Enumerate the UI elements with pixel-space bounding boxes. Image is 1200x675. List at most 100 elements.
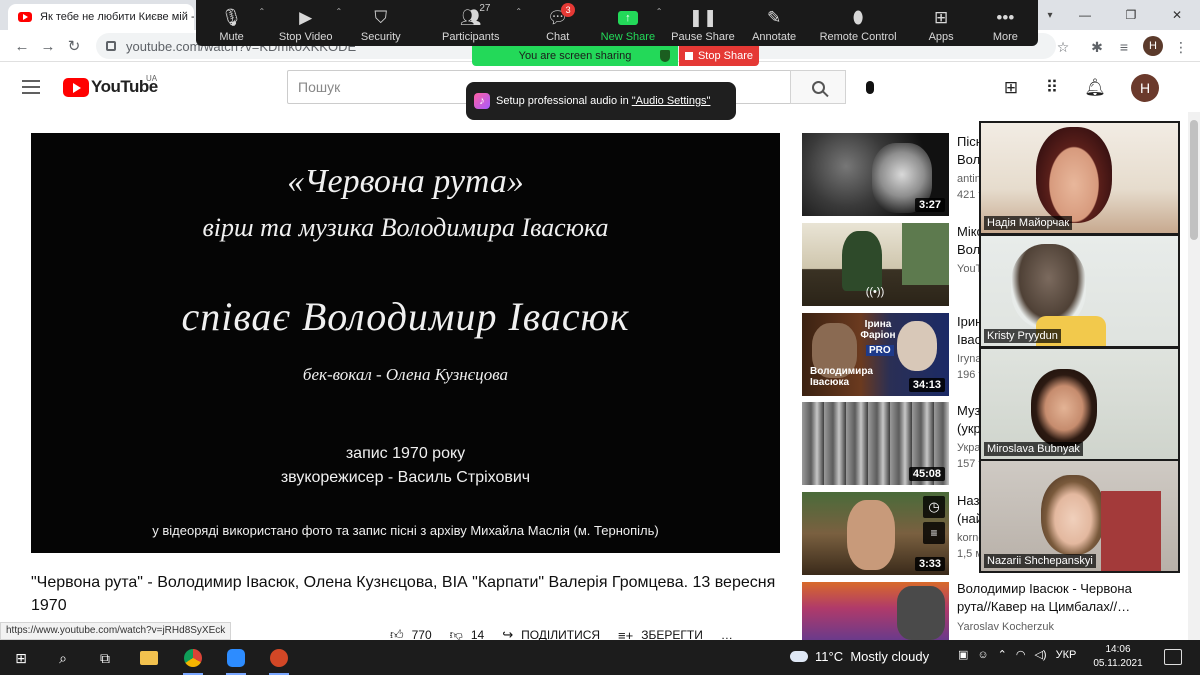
pencil-icon: ✎ (766, 8, 782, 27)
participant-tile[interactable]: Kristy Pryydun (981, 236, 1178, 346)
bookmark-star-icon[interactable]: ☆ (1054, 38, 1072, 56)
people-icon[interactable]: ☺ (977, 649, 988, 661)
audio-tip-text: Setup professional audio in (496, 95, 629, 107)
recommendation-title-line2[interactable]: (укр (957, 420, 979, 438)
video-caption-title: «Червона рута» (287, 163, 524, 200)
recommendation-thumbnail[interactable] (802, 582, 949, 640)
participant-name: Надія Майорчак (984, 216, 1073, 230)
security-button[interactable]: ⛉ Security (344, 0, 417, 46)
browser-profile-avatar[interactable]: H (1143, 36, 1163, 56)
recommendation-thumbnail[interactable]: Ірина Фаріон PRO Володимира Івасюка 34:1… (802, 313, 949, 396)
menu-icon[interactable] (22, 80, 40, 94)
notifications-icon[interactable] (1164, 649, 1182, 665)
reading-list-icon[interactable]: ≡ (1115, 38, 1133, 56)
chrome-icon[interactable] (180, 645, 206, 675)
recommendation-title[interactable]: Пісн (957, 133, 979, 151)
chevron-up-icon[interactable]: ⌃ (336, 7, 343, 16)
page-scrollbar-thumb[interactable] (1190, 120, 1198, 240)
chat-button[interactable]: 💬︎ 3 Chat (524, 0, 591, 46)
stop-video-button[interactable]: ▶︎ Stop Video ⌃ (267, 0, 344, 46)
task-view-icon[interactable]: ⧉ (92, 645, 118, 671)
video-duration: 45:08 (908, 467, 945, 481)
add-to-queue-icon[interactable]: ≡ (923, 522, 945, 544)
foliage-image (902, 223, 949, 285)
voice-search-button[interactable] (858, 75, 882, 99)
extensions-icon[interactable]: ✱ (1088, 38, 1106, 56)
participant-video (1036, 127, 1112, 223)
recommendation-title[interactable]: Володимир Івасюк - Червона рута//Кавер н… (957, 580, 1147, 616)
annotate-button[interactable]: ✎ Annotate (742, 0, 807, 46)
file-explorer-icon[interactable] (136, 645, 162, 671)
portrait-image (847, 500, 895, 570)
recommendation-channel[interactable]: Iryna (957, 353, 979, 365)
audio-settings-link[interactable]: "Audio Settings" (632, 95, 711, 107)
weather-description: Mostly cloudy (850, 649, 930, 664)
account-avatar[interactable]: H (1131, 74, 1159, 102)
recommendation-channel[interactable]: YouT (957, 263, 979, 275)
close-button[interactable]: ✕ (1154, 0, 1200, 30)
apps-grid-icon[interactable]: ⠿ (1040, 76, 1064, 100)
language-indicator[interactable]: УКР (1056, 649, 1077, 661)
participants-button[interactable]: 👥︎ 27 Participants ⌃ (417, 0, 524, 46)
screen-sharing-indicator[interactable]: You are screen sharing (472, 46, 678, 66)
notifications-bell-icon[interactable]: 🔔︎ (1083, 76, 1107, 100)
participant-tile[interactable]: Nazarii Shchepanskyi (981, 461, 1178, 571)
chevron-up-icon[interactable]: ⌃ (515, 7, 522, 16)
recommendation-title-line2[interactable]: (най (957, 510, 979, 528)
show-hidden-icons-icon[interactable]: ⌃ (998, 648, 1007, 661)
recommendation-title-line2[interactable]: Івас (957, 331, 979, 349)
background-object (1101, 491, 1161, 571)
reload-icon[interactable]: ↻ (64, 36, 84, 56)
weather-widget[interactable]: 11°C Mostly cloudy (790, 649, 929, 664)
recommendation-channel[interactable]: korne (957, 532, 979, 544)
recommendation-title-line2[interactable]: Воло (957, 151, 979, 169)
windows-start-icon[interactable]: ⊞ (8, 645, 34, 671)
recommendation-channel[interactable]: antin (957, 173, 979, 185)
zoom-app-icon[interactable] (223, 645, 249, 675)
recommendation-channel[interactable]: Украї (957, 442, 979, 454)
youtube-logo-icon[interactable] (63, 78, 89, 97)
browser-tab[interactable]: Як тебе не любити Києве мій - (8, 4, 194, 30)
recommendation-title[interactable]: Назо (957, 492, 979, 510)
chrome-menu-icon[interactable]: ⋮ (1172, 38, 1190, 56)
network-icon[interactable]: ◠ (1016, 648, 1026, 661)
recommendation-thumbnail[interactable]: 45:08 (802, 402, 949, 485)
create-video-icon[interactable]: ⊞ (999, 76, 1023, 100)
forward-arrow-icon[interactable]: → (38, 36, 58, 56)
apps-button[interactable]: ⊞ Apps (910, 0, 973, 46)
chevron-up-icon[interactable]: ⌃ (656, 7, 663, 16)
tray-app-icon[interactable]: ▣ (958, 648, 968, 661)
recommendation-title[interactable]: Музи (957, 402, 979, 420)
recommendation-thumbnail[interactable]: 3:27 (802, 133, 949, 216)
new-share-button[interactable]: ↑ New Share ⌃ (591, 0, 664, 46)
remote-control-button[interactable]: ⬮ Remote Control (807, 0, 910, 46)
pause-share-button[interactable]: ❚❚ Pause Share (664, 0, 741, 46)
clock-date: 05.11.2021 (1093, 658, 1143, 669)
watch-later-icon[interactable]: ◷ (923, 496, 945, 518)
system-clock[interactable]: 14:06 05.11.2021 (1090, 643, 1146, 671)
pause-icon: ❚❚ (688, 8, 718, 27)
minimize-button[interactable]: — (1062, 0, 1108, 30)
pause-share-label: Pause Share (671, 31, 735, 43)
volume-icon[interactable]: ◁) (1034, 648, 1046, 661)
recommendation-title-line2[interactable]: Воло (957, 241, 979, 259)
powerpoint-icon[interactable] (266, 645, 292, 675)
video-player[interactable]: «Червона рута» вірш та музика Володимира… (31, 133, 780, 553)
chevron-up-icon[interactable]: ⌃ (258, 7, 265, 16)
recommendation-views: 1,5 м (957, 548, 979, 560)
search-icon[interactable]: ⌕ (50, 645, 76, 671)
restore-button[interactable]: ❐ (1108, 0, 1154, 30)
tab-search-icon[interactable]: ▾ (1040, 5, 1060, 25)
participant-tile[interactable]: Надія Майорчак (981, 123, 1178, 233)
recommendation-title[interactable]: Мікс (957, 223, 979, 241)
recommendation-thumbnail[interactable]: ◷ ≡ 3:33 (802, 492, 949, 575)
recommendation-channel[interactable]: Yaroslav Kocherzuk (957, 621, 1147, 633)
mute-button[interactable]: 🎙︎ Mute ⌃ (196, 0, 267, 46)
participant-tile[interactable]: Miroslava Bubnyak (981, 349, 1178, 459)
back-arrow-icon[interactable]: ← (12, 36, 32, 56)
youtube-favicon-icon (18, 12, 32, 22)
recommendation-title[interactable]: Ірин (957, 313, 979, 331)
more-button[interactable]: ••• More (973, 0, 1038, 46)
search-button[interactable] (790, 70, 846, 104)
stop-share-button[interactable]: Stop Share (679, 46, 759, 66)
